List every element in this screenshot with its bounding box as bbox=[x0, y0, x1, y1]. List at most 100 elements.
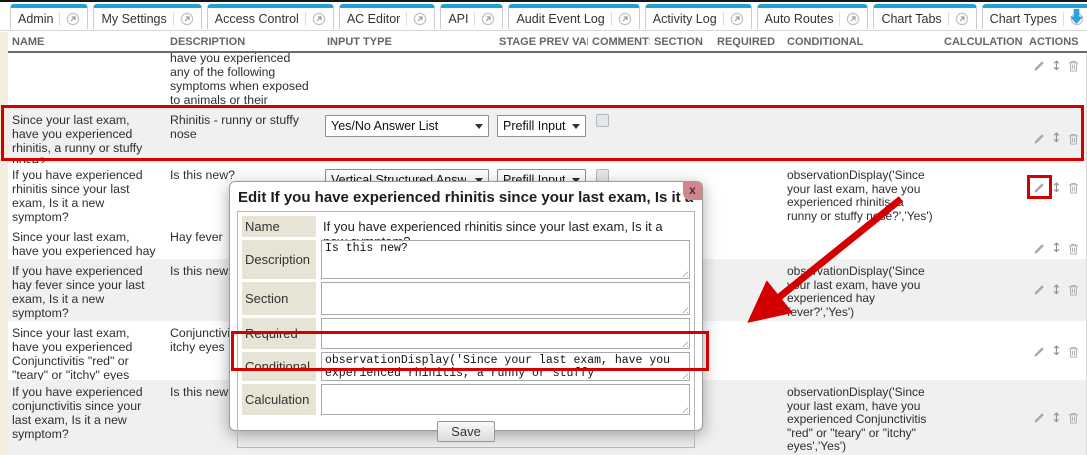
conditional-textarea[interactable]: observationDisplay('Since your last exam… bbox=[321, 352, 690, 381]
reorder-updown-icon[interactable]: ↕ bbox=[1051, 284, 1062, 297]
open-in-new-window-icon[interactable] bbox=[955, 12, 969, 26]
tab-label: Audit Event Log bbox=[516, 12, 604, 26]
section-textarea[interactable] bbox=[321, 282, 690, 315]
calculation-textarea[interactable] bbox=[321, 384, 690, 415]
reorder-updown-icon[interactable]: ↕ bbox=[1051, 182, 1062, 195]
edit-pencil-icon[interactable] bbox=[1033, 133, 1045, 145]
tab-overflow-down-arrow-icon[interactable] bbox=[1069, 8, 1084, 25]
col-header-comments: COMMENTS bbox=[588, 36, 650, 51]
delete-trash-icon[interactable] bbox=[1068, 346, 1079, 358]
required-textarea[interactable] bbox=[321, 318, 690, 349]
tab-access-control[interactable]: Access Control bbox=[207, 4, 334, 29]
reorder-updown-icon[interactable]: ↕ bbox=[1051, 132, 1062, 145]
edit-pencil-icon[interactable] bbox=[1033, 243, 1045, 255]
col-header-required: REQUIRED bbox=[713, 36, 783, 51]
edit-pencil-icon[interactable] bbox=[1033, 346, 1045, 358]
tab-separator bbox=[1063, 12, 1064, 26]
tab-separator bbox=[839, 12, 840, 26]
select-arrow-icon bbox=[475, 124, 483, 129]
open-in-new-window-icon[interactable] bbox=[66, 12, 80, 26]
col-header-actions: ACTIONS bbox=[1025, 36, 1087, 51]
tab-label: API bbox=[448, 12, 468, 26]
reorder-updown-icon[interactable]: ↕ bbox=[1051, 242, 1062, 255]
dialog-title: Edit If you have experienced rhinitis si… bbox=[237, 186, 695, 211]
tab-separator bbox=[611, 12, 612, 26]
comments-checkbox[interactable] bbox=[596, 114, 609, 127]
row-actions: ↕ bbox=[1025, 108, 1086, 163]
edit-pencil-icon[interactable] bbox=[1033, 60, 1045, 72]
table-header: NAME DESCRIPTION INPUT TYPE STAGE PREV V… bbox=[8, 32, 1087, 53]
reorder-updown-icon[interactable]: ↕ bbox=[1051, 60, 1062, 73]
save-button[interactable]: Save bbox=[437, 421, 495, 442]
edit-pencil-icon[interactable] bbox=[1033, 284, 1045, 296]
row-actions: ↕ bbox=[1025, 53, 1086, 108]
delete-trash-icon[interactable] bbox=[1068, 182, 1079, 194]
table-row: have you experienced any of the followin… bbox=[8, 53, 1086, 108]
tab-separator bbox=[406, 12, 407, 26]
admin-tab-bar: Admin My Settings Access Control AC Edit… bbox=[0, 3, 1087, 31]
tab-label: Chart Types bbox=[990, 12, 1057, 26]
tab-api[interactable]: API bbox=[440, 4, 503, 29]
description-textarea[interactable]: Is this new? bbox=[321, 240, 690, 279]
tab-chart-tabs[interactable]: Chart Tabs bbox=[873, 4, 976, 29]
tab-separator bbox=[723, 12, 724, 26]
delete-trash-icon[interactable] bbox=[1068, 133, 1079, 145]
row-name: If you have experienced rhinitis since y… bbox=[8, 163, 166, 225]
delete-trash-icon[interactable] bbox=[1068, 412, 1079, 424]
tab-admin[interactable]: Admin bbox=[10, 4, 88, 29]
reorder-updown-icon[interactable]: ↕ bbox=[1051, 412, 1062, 425]
tab-label: Activity Log bbox=[653, 12, 717, 26]
row-conditional: observationDisplay('Since your last exam… bbox=[783, 259, 940, 321]
row-actions: ↕ bbox=[1025, 163, 1086, 225]
row-actions: ↕ bbox=[1025, 380, 1086, 455]
tab-separator bbox=[474, 12, 475, 26]
open-in-new-window-icon[interactable] bbox=[730, 12, 744, 26]
open-in-new-window-icon[interactable] bbox=[846, 12, 860, 26]
row-name: Since your last exam, have you experienc… bbox=[8, 225, 166, 259]
col-header-conditional: CONDITIONAL bbox=[783, 36, 940, 51]
edit-pencil-icon[interactable] bbox=[1033, 412, 1045, 424]
tab-auto-routes[interactable]: Auto Routes bbox=[757, 4, 869, 29]
tab-audit-event-log[interactable]: Audit Event Log bbox=[508, 4, 639, 29]
close-icon[interactable]: x bbox=[683, 182, 702, 200]
col-header-section: SECTION bbox=[650, 36, 713, 51]
open-in-new-window-icon[interactable] bbox=[180, 12, 194, 26]
tab-separator bbox=[59, 12, 60, 26]
edit-pencil-icon[interactable] bbox=[1033, 182, 1045, 194]
delete-trash-icon[interactable] bbox=[1068, 243, 1079, 255]
delete-trash-icon[interactable] bbox=[1068, 60, 1079, 72]
open-in-new-window-icon[interactable] bbox=[481, 12, 495, 26]
table-row: Since your last exam, have you experienc… bbox=[8, 108, 1086, 163]
row-name: Since your last exam, have you experienc… bbox=[8, 321, 166, 380]
field-label-description: Description bbox=[242, 240, 316, 279]
field-label-name: Name bbox=[242, 216, 316, 237]
col-header-input-type: INPUT TYPE bbox=[323, 36, 495, 51]
row-actions: ↕ bbox=[1025, 259, 1086, 321]
row-name: If you have experienced hay fever since … bbox=[8, 259, 166, 321]
delete-trash-icon[interactable] bbox=[1068, 284, 1079, 296]
tab-my-settings[interactable]: My Settings bbox=[93, 4, 201, 29]
input-type-select[interactable]: Yes/No Answer List bbox=[325, 115, 489, 137]
open-in-new-window-icon[interactable] bbox=[413, 12, 427, 26]
tab-separator bbox=[948, 12, 949, 26]
reorder-updown-icon[interactable]: ↕ bbox=[1051, 345, 1062, 358]
row-name: Since your last exam, have you experienc… bbox=[8, 108, 166, 163]
tab-label: AC Editor bbox=[347, 12, 401, 26]
open-in-new-window-icon[interactable] bbox=[618, 12, 632, 26]
row-description: Rhinitis - runny or stuffy nose bbox=[166, 108, 323, 163]
open-in-new-window-icon[interactable] bbox=[312, 12, 326, 26]
field-label-conditional: Conditional bbox=[242, 352, 316, 381]
stage-prev-value-select[interactable]: Prefill Input bbox=[497, 115, 586, 137]
tab-label: Auto Routes bbox=[765, 12, 834, 26]
tab-label: Admin bbox=[18, 12, 53, 26]
row-description: have you experienced any of the followin… bbox=[166, 53, 323, 108]
col-header-description: DESCRIPTION bbox=[166, 36, 323, 51]
tab-separator bbox=[305, 12, 306, 26]
name-value: If you have experienced rhinitis since y… bbox=[321, 216, 690, 237]
tab-ac-editor[interactable]: AC Editor bbox=[339, 4, 436, 29]
field-label-section: Section bbox=[242, 282, 316, 315]
col-header-stage-prev-value: STAGE PREV VALUE bbox=[495, 36, 588, 51]
tab-activity-log[interactable]: Activity Log bbox=[645, 4, 752, 29]
field-label-calculation: Calculation bbox=[242, 384, 316, 415]
select-arrow-icon bbox=[572, 124, 580, 129]
